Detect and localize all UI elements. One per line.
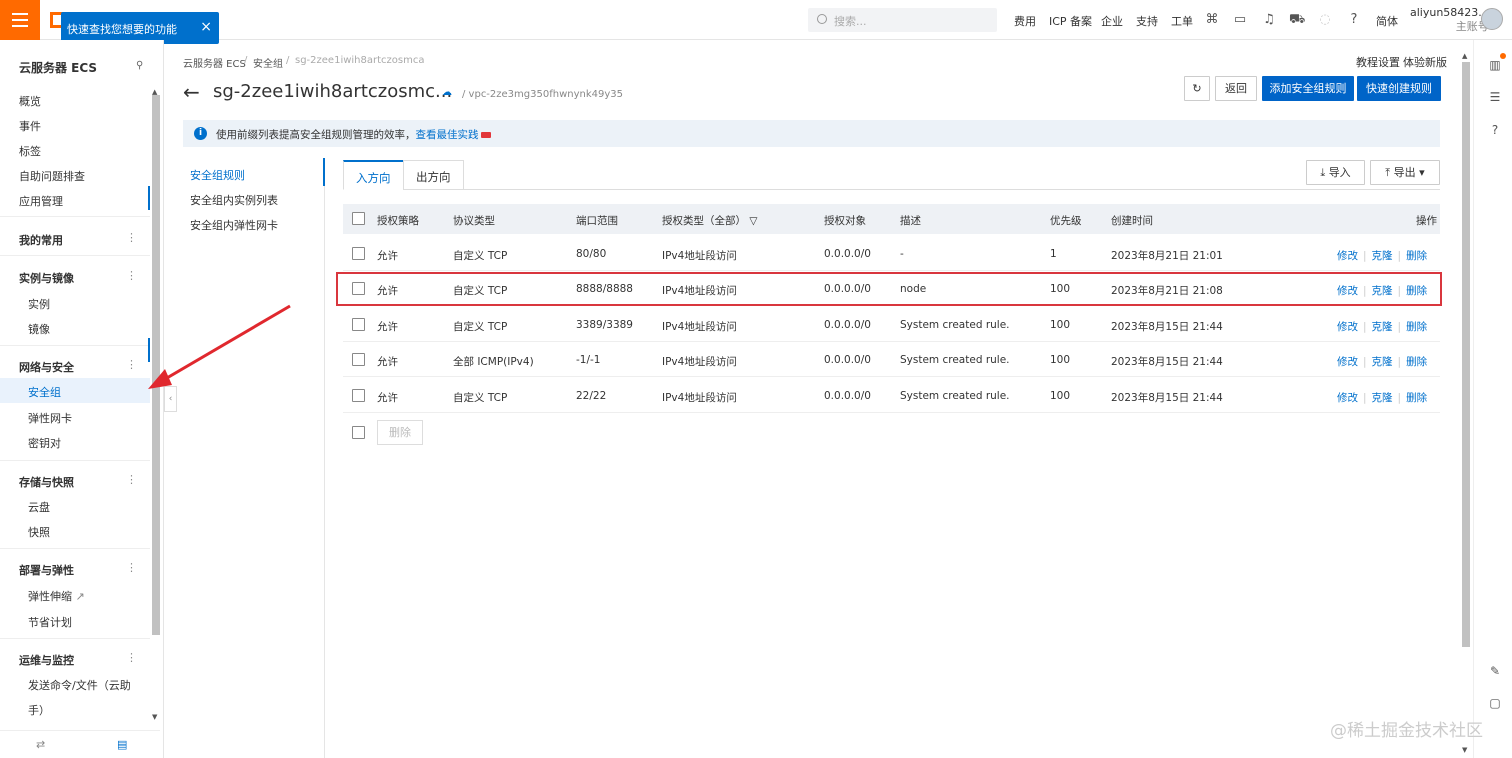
watermark: @稀土掘金技术社区 <box>1330 721 1483 741</box>
annotation-arrow <box>148 304 291 389</box>
